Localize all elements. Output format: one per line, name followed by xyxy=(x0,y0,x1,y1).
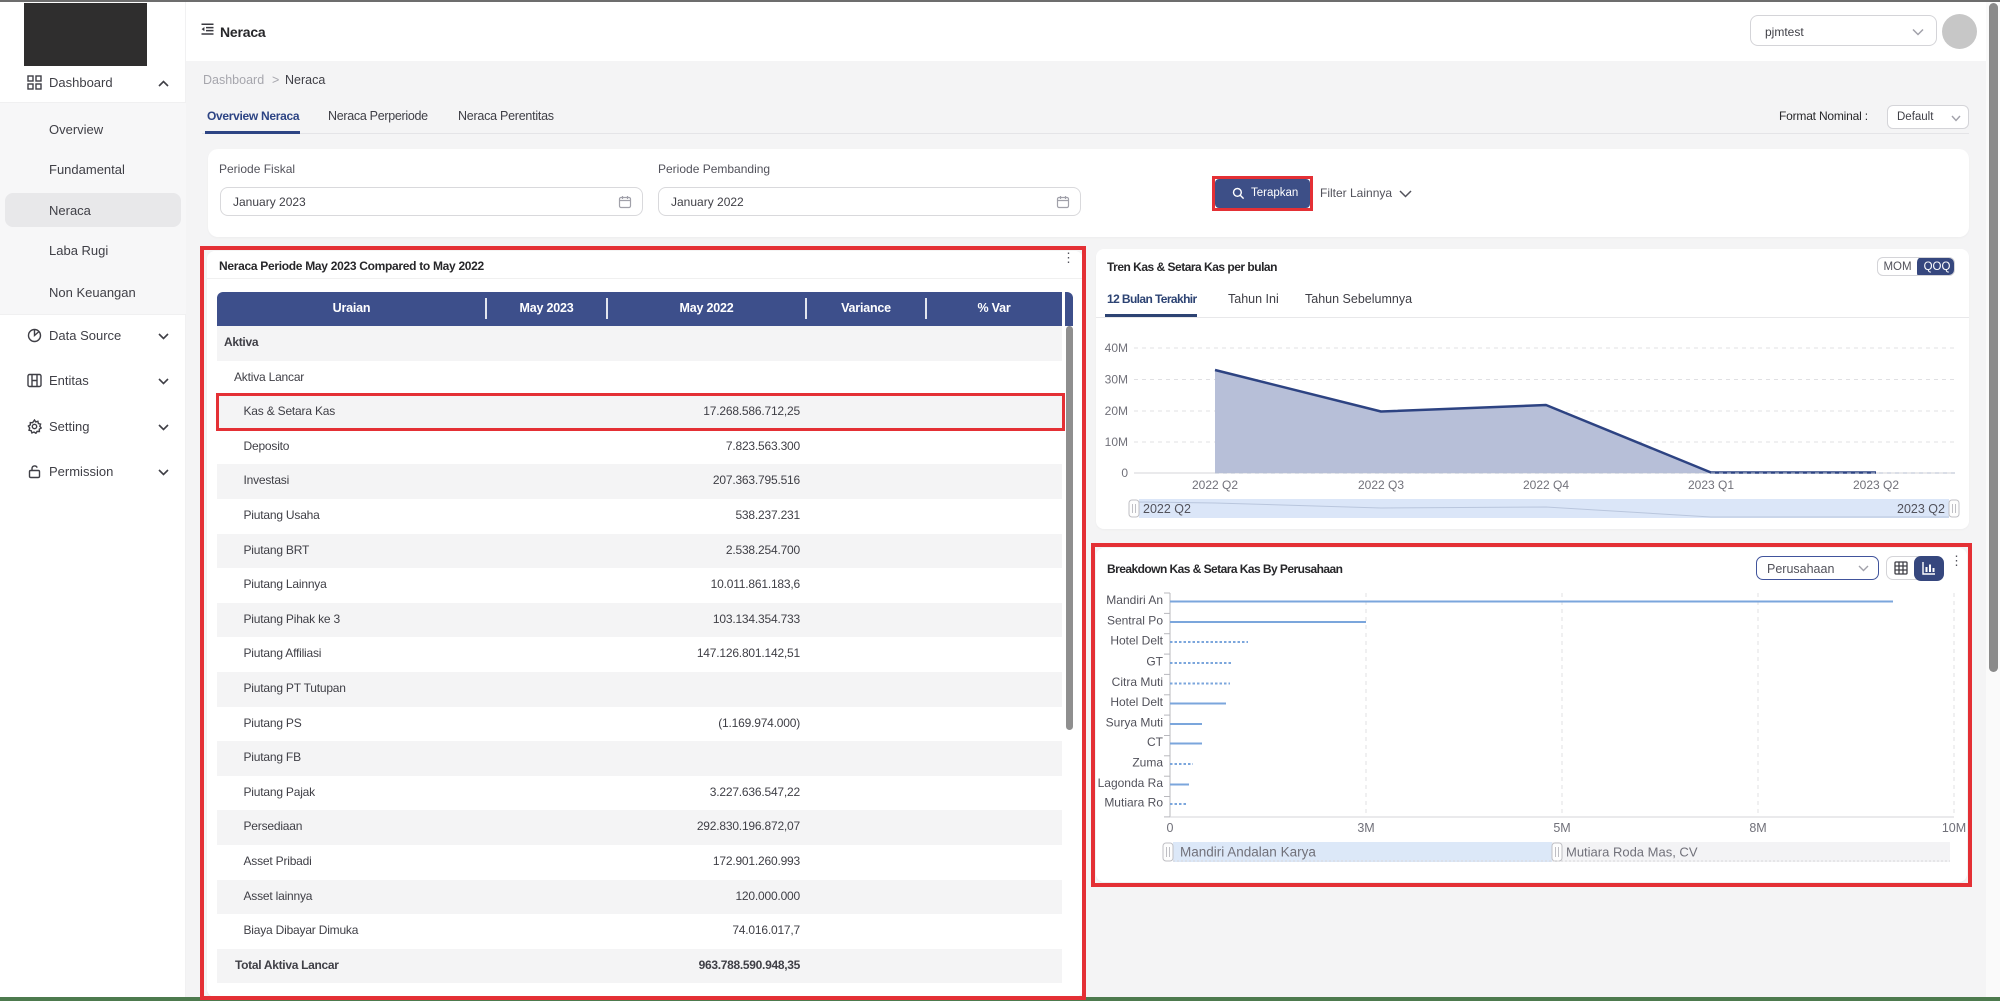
svg-text:2022 Q2: 2022 Q2 xyxy=(1143,502,1191,516)
svg-text:40M: 40M xyxy=(1105,341,1128,355)
svg-text:2022 Q4: 2022 Q4 xyxy=(1523,478,1569,492)
svg-text:0: 0 xyxy=(1121,466,1128,480)
svg-text:30M: 30M xyxy=(1105,373,1128,387)
svg-text:10M: 10M xyxy=(1105,435,1128,449)
svg-text:2023 Q2: 2023 Q2 xyxy=(1853,478,1899,492)
svg-text:2022 Q2: 2022 Q2 xyxy=(1192,478,1238,492)
svg-text:20M: 20M xyxy=(1105,404,1128,418)
svg-text:2023 Q2: 2023 Q2 xyxy=(1897,502,1945,516)
svg-text:2023 Q1: 2023 Q1 xyxy=(1688,478,1734,492)
svg-text:2022 Q3: 2022 Q3 xyxy=(1358,478,1404,492)
